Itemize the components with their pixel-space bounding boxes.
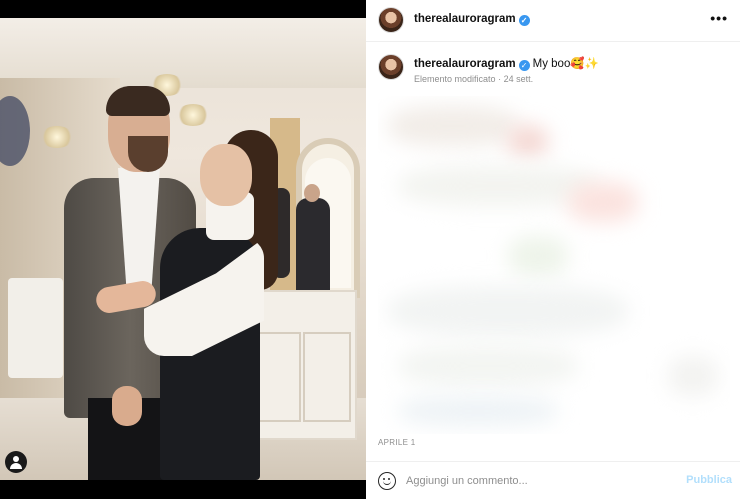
- post-date[interactable]: APRILE 1: [378, 438, 416, 447]
- comment-composer: Pubblica: [366, 461, 740, 499]
- caption-meta: Elemento modificato · 24 sett.: [414, 74, 533, 84]
- cabinet-door: [303, 332, 351, 422]
- time-ago[interactable]: 24 sett.: [504, 74, 534, 84]
- photo-background-person-head: [304, 184, 320, 202]
- blurred-content: [388, 286, 628, 336]
- comment-input[interactable]: [406, 471, 676, 491]
- more-options-icon[interactable]: •••: [710, 10, 728, 26]
- photo-chandelier: [40, 126, 74, 148]
- header-username[interactable]: therealauroragram ✓: [414, 13, 530, 26]
- verified-badge-icon: ✓: [518, 60, 530, 71]
- blurred-content: [568, 182, 638, 222]
- emoji-icon-eye: [383, 478, 385, 480]
- emoji-icon-mouth: [383, 481, 391, 485]
- caption-line: therealauroragram ✓ My boo🥰✨: [414, 56, 599, 71]
- comments-area-blurred: [378, 96, 730, 434]
- verified-badge-icon: ✓: [518, 15, 530, 26]
- photo-hand: [112, 386, 142, 426]
- photo-table: [8, 278, 63, 378]
- username-text[interactable]: therealauroragram: [414, 13, 516, 25]
- photo-woman-head: [200, 144, 252, 206]
- user-tag-icon-body: [10, 463, 22, 469]
- blurred-content: [508, 236, 568, 276]
- edited-label: Elemento modificato: [414, 74, 496, 84]
- blurred-content: [398, 396, 558, 426]
- emoji-icon-eye: [388, 478, 390, 480]
- post-side-panel: therealauroragram ✓ ••• therealauroragram…: [366, 0, 740, 499]
- blurred-content: [388, 106, 518, 146]
- publish-button[interactable]: Pubblica: [686, 474, 732, 486]
- avatar[interactable]: [378, 54, 404, 80]
- photo-chandelier: [176, 104, 210, 126]
- emoji-icon[interactable]: [378, 472, 396, 490]
- avatar[interactable]: [378, 7, 404, 33]
- post-header: therealauroragram ✓ •••: [366, 0, 740, 42]
- blurred-content: [398, 346, 578, 386]
- photo-background-person: [296, 198, 330, 294]
- blurred-content: [508, 126, 548, 156]
- photo-man-beard: [128, 136, 168, 172]
- photo-man-hair: [106, 86, 170, 116]
- user-tag-icon[interactable]: [5, 451, 27, 473]
- caption-text: My boo🥰✨: [532, 58, 599, 70]
- blurred-content: [668, 356, 718, 396]
- post-modal: therealauroragram ✓ ••• therealauroragram…: [0, 0, 740, 499]
- post-photo[interactable]: [0, 18, 366, 480]
- cabinet-door: [253, 332, 301, 422]
- user-tag-icon-head: [13, 456, 19, 462]
- caption-username[interactable]: therealauroragram: [414, 58, 516, 70]
